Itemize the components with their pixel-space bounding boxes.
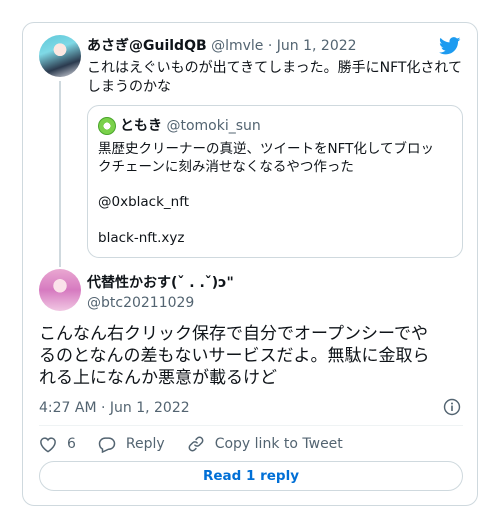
parent-text-line: これはえぐいものが出てきてしまった。勝手にNFT化されて — [87, 60, 463, 76]
parent-header: あさぎ@GuildQB @lmvle · Jun 1, 2022 — [87, 36, 357, 56]
parent-display-name[interactable]: あさぎ@GuildQB — [87, 38, 207, 54]
info-icon[interactable] — [443, 398, 461, 416]
quoted-header: ともき @tomoki_sun — [120, 116, 261, 136]
reply-text-line: るのとなんの差もないサービスだよ。無駄に金取ら — [39, 346, 430, 366]
like-button[interactable]: 6 — [39, 436, 76, 453]
quoted-tweet[interactable]: ともき @tomoki_sun 黒歴史クリーナーの真逆、ツイートをNFT化してブ… — [87, 105, 463, 258]
reply-text-line: れる上になんか悪意が載るけど — [39, 368, 277, 388]
thread-connector-line — [59, 81, 61, 267]
divider — [39, 425, 463, 426]
reply-tweet-text: こんなん右クリック保存で自分でオープンシーでや るのとなんの差もないサービスだよ… — [39, 323, 469, 389]
quoted-avatar[interactable] — [98, 117, 116, 135]
like-count: 6 — [67, 436, 76, 452]
quoted-text-line: クチェーンに刻み消せなくなるやつ作った — [98, 159, 354, 175]
heart-icon — [40, 436, 56, 453]
reply-avatar[interactable] — [39, 269, 81, 311]
parent-text-line: しまうのかな — [87, 79, 171, 95]
parent-handle[interactable]: @lmvle — [211, 38, 263, 54]
twitter-bird-icon[interactable] — [439, 37, 461, 55]
quoted-mention: @0xblack_nft — [98, 194, 190, 210]
speech-bubble-icon — [98, 436, 116, 453]
parent-avatar[interactable] — [39, 35, 81, 77]
reply-display-name[interactable]: 代替性かおす(ˇ . .ˇ)ɔ" — [87, 273, 234, 293]
action-bar: 6 Reply Copy link to Tweet — [39, 433, 365, 455]
parent-tweet-text: これはえぐいものが出てきてしまった。勝手にNFT化されて しまうのかな — [87, 59, 467, 97]
quoted-text-line: 黒歴史クリーナーの真逆、ツイートをNFT化してブロッ — [98, 141, 434, 157]
quoted-url: black-nft.xyz — [98, 230, 185, 246]
quoted-tweet-text: 黒歴史クリーナーの真逆、ツイートをNFT化してブロッ クチェーンに刻み消せなくな… — [98, 140, 454, 176]
reply-button[interactable]: Reply — [98, 436, 165, 453]
read-replies-button[interactable]: Read 1 reply — [39, 461, 463, 491]
link-icon — [188, 436, 204, 452]
parent-date[interactable]: Jun 1, 2022 — [277, 38, 357, 54]
reply-timestamp[interactable]: 4:27 AM · Jun 1, 2022 — [39, 398, 190, 418]
quoted-handle: @tomoki_sun — [166, 118, 261, 134]
copy-link-button[interactable]: Copy link to Tweet — [187, 435, 343, 453]
parent-separator: · — [263, 38, 277, 54]
embedded-tweet-card: あさぎ@GuildQB @lmvle · Jun 1, 2022 これはえぐいも… — [22, 22, 478, 506]
reply-label: Reply — [125, 436, 165, 452]
reply-text-line: こんなん右クリック保存で自分でオープンシーでや — [39, 324, 428, 344]
quoted-display-name: ともき — [120, 118, 162, 134]
copy-link-label: Copy link to Tweet — [214, 436, 343, 452]
reply-handle[interactable]: @btc20211029 — [87, 293, 194, 313]
